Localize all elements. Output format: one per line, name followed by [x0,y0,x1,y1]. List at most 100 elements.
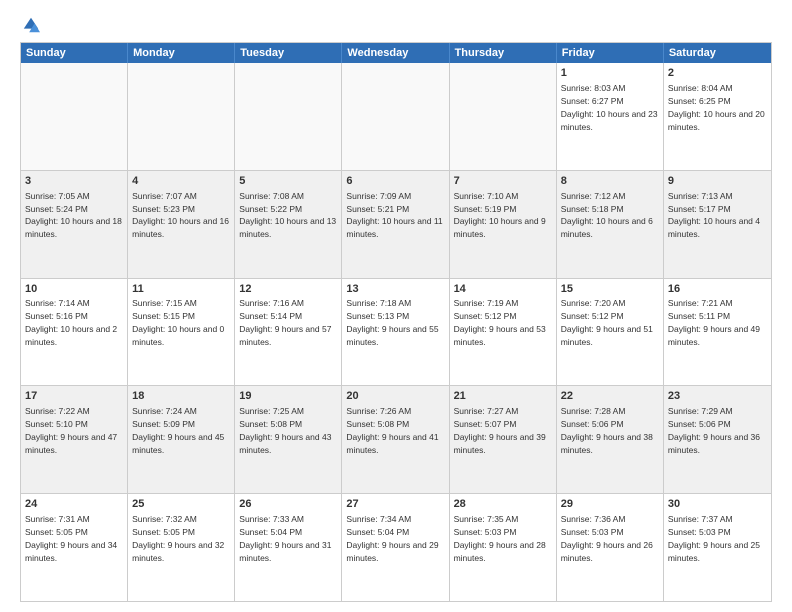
calendar-header: SundayMondayTuesdayWednesdayThursdayFrid… [21,43,771,63]
day-number: 8 [561,174,659,189]
day-number: 2 [668,66,767,81]
cell-text: Sunrise: 7:29 AM Sunset: 5:06 PM Dayligh… [668,406,760,455]
day-number: 6 [346,174,444,189]
calendar-cell: 10Sunrise: 7:14 AM Sunset: 5:16 PM Dayli… [21,279,128,386]
cell-text: Sunrise: 8:03 AM Sunset: 6:27 PM Dayligh… [561,83,658,132]
cell-text: Sunrise: 7:26 AM Sunset: 5:08 PM Dayligh… [346,406,438,455]
cell-text: Sunrise: 7:18 AM Sunset: 5:13 PM Dayligh… [346,298,438,347]
calendar-cell [21,63,128,170]
cell-text: Sunrise: 7:10 AM Sunset: 5:19 PM Dayligh… [454,191,546,240]
cell-text: Sunrise: 7:35 AM Sunset: 5:03 PM Dayligh… [454,514,546,563]
calendar-cell: 7 Sunrise: 7:10 AM Sunset: 5:19 PM Daylig… [450,171,557,278]
cell-text: Sunrise: 7:31 AM Sunset: 5:05 PM Dayligh… [25,514,117,563]
calendar-cell: 9 Sunrise: 7:13 AM Sunset: 5:17 PM Daylig… [664,171,771,278]
cell-text: Sunrise: 7:34 AM Sunset: 5:04 PM Dayligh… [346,514,438,563]
header [20,16,772,34]
calendar-header-cell: Thursday [450,43,557,63]
day-number: 11 [132,282,230,297]
cell-text: Sunrise: 7:15 AM Sunset: 5:15 PM Dayligh… [132,298,224,347]
calendar-body: 1 Sunrise: 8:03 AM Sunset: 6:27 PM Daylig… [21,63,771,601]
day-number: 20 [346,389,444,404]
calendar-cell: 8 Sunrise: 7:12 AM Sunset: 5:18 PM Daylig… [557,171,664,278]
calendar-header-cell: Tuesday [235,43,342,63]
cell-text: Sunrise: 7:37 AM Sunset: 5:03 PM Dayligh… [668,514,760,563]
cell-text: Sunrise: 7:20 AM Sunset: 5:12 PM Dayligh… [561,298,653,347]
cell-text: Sunrise: 7:08 AM Sunset: 5:22 PM Dayligh… [239,191,336,240]
calendar-row: 10Sunrise: 7:14 AM Sunset: 5:16 PM Dayli… [21,279,771,387]
day-number: 30 [668,497,767,512]
day-number: 14 [454,282,552,297]
calendar-cell: 13Sunrise: 7:18 AM Sunset: 5:13 PM Dayli… [342,279,449,386]
cell-text: Sunrise: 7:16 AM Sunset: 5:14 PM Dayligh… [239,298,331,347]
day-number: 25 [132,497,230,512]
calendar-cell: 1 Sunrise: 8:03 AM Sunset: 6:27 PM Daylig… [557,63,664,170]
cell-text: Sunrise: 7:12 AM Sunset: 5:18 PM Dayligh… [561,191,653,240]
cell-text: Sunrise: 8:04 AM Sunset: 6:25 PM Dayligh… [668,83,765,132]
logo [20,16,40,34]
calendar-row: 3Sunrise: 7:05 AM Sunset: 5:24 PM Daylig… [21,171,771,279]
day-number: 23 [668,389,767,404]
calendar-cell: 6 Sunrise: 7:09 AM Sunset: 5:21 PM Daylig… [342,171,449,278]
day-number: 4 [132,174,230,189]
calendar-cell: 18 Sunrise: 7:24 AM Sunset: 5:09 PM Dayli… [128,386,235,493]
calendar-cell: 22 Sunrise: 7:28 AM Sunset: 5:06 PM Dayli… [557,386,664,493]
calendar-header-cell: Sunday [21,43,128,63]
cell-text: Sunrise: 7:09 AM Sunset: 5:21 PM Dayligh… [346,191,442,240]
calendar-cell: 2 Sunrise: 8:04 AM Sunset: 6:25 PM Daylig… [664,63,771,170]
day-number: 27 [346,497,444,512]
calendar-cell: 11Sunrise: 7:15 AM Sunset: 5:15 PM Dayli… [128,279,235,386]
calendar-cell: 27 Sunrise: 7:34 AM Sunset: 5:04 PM Dayli… [342,494,449,601]
calendar-header-cell: Wednesday [342,43,449,63]
calendar-cell: 29 Sunrise: 7:36 AM Sunset: 5:03 PM Dayli… [557,494,664,601]
cell-text: Sunrise: 7:28 AM Sunset: 5:06 PM Dayligh… [561,406,653,455]
cell-text: Sunrise: 7:21 AM Sunset: 5:11 PM Dayligh… [668,298,760,347]
calendar-cell: 28 Sunrise: 7:35 AM Sunset: 5:03 PM Dayli… [450,494,557,601]
calendar-cell: 16Sunrise: 7:21 AM Sunset: 5:11 PM Dayli… [664,279,771,386]
day-number: 26 [239,497,337,512]
calendar-cell: 12Sunrise: 7:16 AM Sunset: 5:14 PM Dayli… [235,279,342,386]
calendar-cell [342,63,449,170]
logo-icon [22,16,40,34]
calendar-cell: 25 Sunrise: 7:32 AM Sunset: 5:05 PM Dayli… [128,494,235,601]
calendar-cell: 30 Sunrise: 7:37 AM Sunset: 5:03 PM Dayli… [664,494,771,601]
cell-text: Sunrise: 7:27 AM Sunset: 5:07 PM Dayligh… [454,406,546,455]
day-number: 28 [454,497,552,512]
calendar-cell: 14Sunrise: 7:19 AM Sunset: 5:12 PM Dayli… [450,279,557,386]
calendar-cell: 24Sunrise: 7:31 AM Sunset: 5:05 PM Dayli… [21,494,128,601]
day-number: 5 [239,174,337,189]
day-number: 29 [561,497,659,512]
cell-text: Sunrise: 7:19 AM Sunset: 5:12 PM Dayligh… [454,298,546,347]
calendar-row: 1 Sunrise: 8:03 AM Sunset: 6:27 PM Daylig… [21,63,771,171]
page: SundayMondayTuesdayWednesdayThursdayFrid… [0,0,792,612]
cell-text: Sunrise: 7:25 AM Sunset: 5:08 PM Dayligh… [239,406,331,455]
cell-text: Sunrise: 7:14 AM Sunset: 5:16 PM Dayligh… [25,298,117,347]
cell-text: Sunrise: 7:36 AM Sunset: 5:03 PM Dayligh… [561,514,653,563]
calendar-cell: 26 Sunrise: 7:33 AM Sunset: 5:04 PM Dayli… [235,494,342,601]
calendar-header-cell: Friday [557,43,664,63]
day-number: 12 [239,282,337,297]
calendar-cell: 17Sunrise: 7:22 AM Sunset: 5:10 PM Dayli… [21,386,128,493]
day-number: 3 [25,174,123,189]
calendar-cell [235,63,342,170]
day-number: 1 [561,66,659,81]
day-number: 15 [561,282,659,297]
day-number: 22 [561,389,659,404]
calendar-cell: 3Sunrise: 7:05 AM Sunset: 5:24 PM Daylig… [21,171,128,278]
day-number: 10 [25,282,123,297]
calendar-cell: 5 Sunrise: 7:08 AM Sunset: 5:22 PM Daylig… [235,171,342,278]
day-number: 9 [668,174,767,189]
cell-text: Sunrise: 7:24 AM Sunset: 5:09 PM Dayligh… [132,406,224,455]
cell-text: Sunrise: 7:33 AM Sunset: 5:04 PM Dayligh… [239,514,331,563]
calendar-cell: 15Sunrise: 7:20 AM Sunset: 5:12 PM Dayli… [557,279,664,386]
cell-text: Sunrise: 7:32 AM Sunset: 5:05 PM Dayligh… [132,514,224,563]
day-number: 7 [454,174,552,189]
day-number: 18 [132,389,230,404]
calendar-cell [128,63,235,170]
cell-text: Sunrise: 7:13 AM Sunset: 5:17 PM Dayligh… [668,191,760,240]
calendar: SundayMondayTuesdayWednesdayThursdayFrid… [20,42,772,602]
calendar-row: 17Sunrise: 7:22 AM Sunset: 5:10 PM Dayli… [21,386,771,494]
calendar-cell: 23 Sunrise: 7:29 AM Sunset: 5:06 PM Dayli… [664,386,771,493]
day-number: 21 [454,389,552,404]
calendar-header-cell: Saturday [664,43,771,63]
calendar-cell [450,63,557,170]
